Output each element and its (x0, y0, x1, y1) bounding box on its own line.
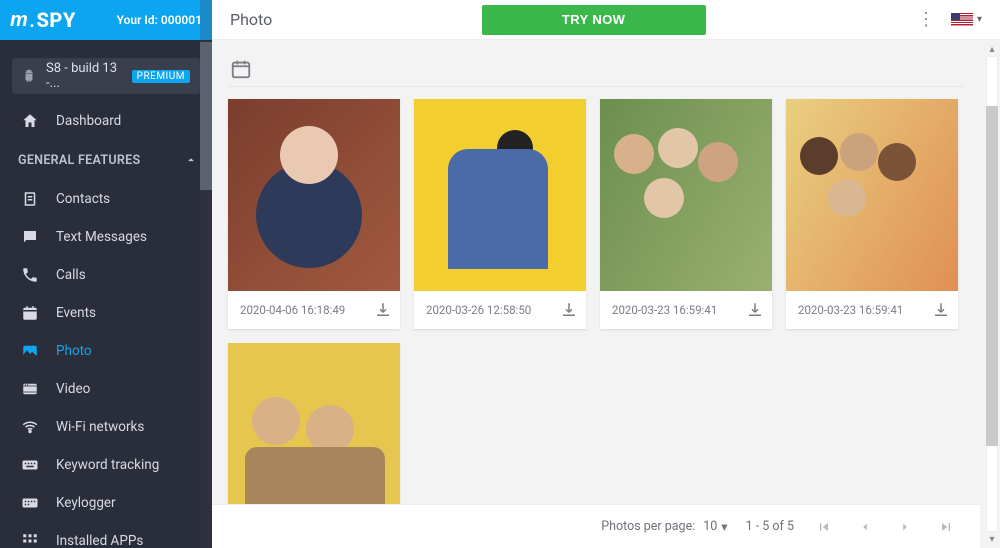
sidebar-item-label: Events (56, 305, 96, 321)
download-icon[interactable] (746, 301, 764, 319)
sidebar-item-calls[interactable]: Calls (0, 256, 212, 294)
sidebar-item-installed-apps[interactable]: Installed APPs (0, 522, 212, 548)
scroll-up-icon[interactable]: ▴ (986, 43, 998, 55)
more-menu-icon[interactable]: ⋮ (915, 9, 937, 30)
main: Photo TRY NOW ⋮ ▾ 2020-04-06 16:18:49202… (212, 0, 1000, 548)
sidebar-item-wi-fi-networks[interactable]: Wi-Fi networks (0, 408, 212, 446)
sidebar-section-general[interactable]: GENERAL FEATURES (0, 140, 212, 180)
sidebar-item-label: Dashboard (56, 113, 121, 129)
photo-thumbnail[interactable] (414, 99, 586, 291)
home-icon (20, 111, 40, 131)
per-page-label: Photos per page: (601, 519, 695, 534)
sidebar-item-label: Keylogger (56, 495, 116, 511)
sidebar-item-label: Contacts (56, 191, 110, 207)
header: Photo TRY NOW ⋮ ▾ (212, 0, 1000, 40)
pager-last-button[interactable] (934, 515, 958, 539)
photo-timestamp: 2020-03-23 16:59:41 (798, 303, 903, 317)
chevron-down-icon: ▾ (977, 14, 982, 25)
photo-card[interactable]: 2020-04-06 16:18:49 (228, 99, 400, 329)
sidebar-topbar: m.SPY Your Id: 000001 (0, 0, 212, 40)
video-icon (20, 379, 40, 399)
download-icon[interactable] (560, 301, 578, 319)
try-now-button[interactable]: TRY NOW (482, 5, 706, 35)
photo-thumbnail[interactable] (786, 99, 958, 291)
sidebar-item-photo[interactable]: Photo (0, 332, 212, 370)
photo-card[interactable]: 2020-03-26 12:58:50 (414, 99, 586, 329)
photo-thumbnail[interactable] (228, 99, 400, 291)
photo-card[interactable]: 2020-03-23 16:59:41 (786, 99, 958, 329)
chevron-down-icon: ▾ (721, 519, 727, 535)
sidebar: m.SPY Your Id: 000001 S8 - build 13 -...… (0, 0, 212, 548)
photo-timestamp: 2020-03-23 16:59:41 (612, 303, 717, 317)
content-scrollbar[interactable]: ▴ ▾ (984, 42, 1000, 546)
pager: Photos per page: 10 ▾ 1 - 5 of 5 (212, 504, 980, 548)
photo-icon (20, 341, 40, 361)
content: 2020-04-06 16:18:49 2020-03-26 12:58:50 20… (212, 40, 1000, 548)
user-id: Your Id: 000001 (117, 13, 202, 27)
divider (228, 86, 964, 87)
sidebar-item-label: Calls (56, 267, 86, 283)
page-title: Photo (230, 10, 272, 29)
sidebar-item-label: Wi-Fi networks (56, 419, 144, 435)
photo-timestamp: 2020-04-06 16:18:49 (240, 303, 345, 317)
device-badge: PREMIUM (132, 70, 190, 83)
photo-grid: 2020-04-06 16:18:49 2020-03-26 12:58:50 20… (212, 99, 980, 535)
sidebar-nav: Dashboard GENERAL FEATURES Contacts Text … (0, 102, 212, 548)
locale-selector[interactable]: ▾ (951, 13, 982, 27)
sidebar-item-keylogger[interactable]: Keylogger (0, 484, 212, 522)
pager-prev-button[interactable] (854, 516, 876, 538)
pager-next-button[interactable] (894, 516, 916, 538)
sidebar-item-dashboard[interactable]: Dashboard (0, 102, 212, 140)
chevron-up-icon (184, 153, 198, 167)
contacts-icon (20, 189, 40, 209)
flag-us-icon (951, 13, 973, 27)
phone-icon (20, 265, 40, 285)
download-icon[interactable] (932, 301, 950, 319)
android-icon (22, 69, 36, 83)
event-icon (20, 303, 40, 323)
per-page-select[interactable]: 10 ▾ (703, 519, 727, 535)
photo-card[interactable]: 2020-03-23 16:59:41 (600, 99, 772, 329)
sidebar-item-label: Installed APPs (56, 533, 143, 548)
photo-thumbnail[interactable] (600, 99, 772, 291)
sidebar-scrollbar-thumb[interactable] (200, 42, 212, 190)
calendar-icon[interactable] (230, 58, 962, 80)
sidebar-item-contacts[interactable]: Contacts (0, 180, 212, 218)
device-selector[interactable]: S8 - build 13 -... PREMIUM (12, 58, 200, 94)
brand-logo: m.SPY (10, 8, 76, 32)
sms-icon (20, 227, 40, 247)
scroll-down-icon[interactable]: ▾ (986, 533, 998, 545)
sidebar-item-video[interactable]: Video (0, 370, 212, 408)
sidebar-item-events[interactable]: Events (0, 294, 212, 332)
sidebar-item-label: Text Messages (56, 229, 147, 245)
sidebar-item-label: Video (56, 381, 90, 397)
sidebar-item-text-messages[interactable]: Text Messages (0, 218, 212, 256)
keylogger-icon (20, 493, 40, 513)
pager-range: 1 - 5 of 5 (746, 519, 794, 534)
photo-timestamp: 2020-03-26 12:58:50 (426, 303, 531, 317)
download-icon[interactable] (374, 301, 392, 319)
content-scrollbar-thumb[interactable] (986, 106, 998, 446)
apps-icon (20, 531, 40, 548)
keyboard-icon (20, 455, 40, 475)
device-name: S8 - build 13 -... (46, 61, 126, 91)
wifi-icon (20, 417, 40, 437)
pager-first-button[interactable] (812, 515, 836, 539)
sidebar-item-keyword-tracking[interactable]: Keyword tracking (0, 446, 212, 484)
sidebar-item-label: Photo (56, 343, 92, 359)
sidebar-item-label: Keyword tracking (56, 457, 159, 473)
